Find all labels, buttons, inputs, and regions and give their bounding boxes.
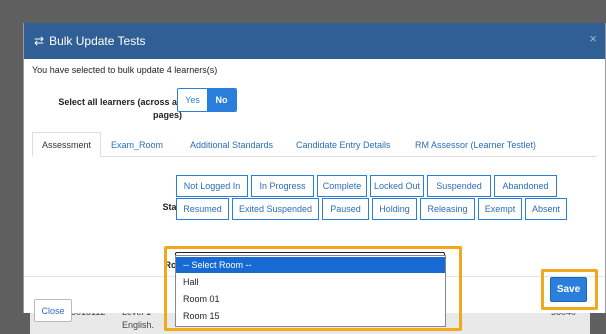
status-not-logged-in-button[interactable]: Not Logged In (176, 175, 248, 197)
room-option-room-01[interactable]: Room 01 (176, 291, 445, 307)
room-option-select-room[interactable]: -- Select Room -- (176, 257, 445, 273)
background-row-subject: English. (122, 320, 155, 330)
tab-assessment[interactable]: Assessment (32, 132, 102, 157)
room-option-room-15[interactable]: Room 15 (176, 308, 445, 324)
selection-notice: You have selected to bulk update 4 learn… (32, 65, 218, 75)
room-option-hall[interactable]: Hall (176, 274, 445, 290)
tab-rm-assessor[interactable]: RM Assessor (Learner Testlet) (415, 132, 536, 157)
status-releasing-button[interactable]: Releasing (420, 198, 475, 220)
select-all-label-line1: Select all learners (across all (58, 97, 182, 107)
status-paused-button[interactable]: Paused (322, 198, 369, 220)
select-all-yes-button[interactable]: Yes (178, 89, 207, 111)
modal-title: Bulk Update Tests (49, 34, 146, 48)
modal-header: ⇄ Bulk Update Tests × (24, 23, 605, 59)
close-icon[interactable]: × (589, 32, 597, 45)
status-holding-button[interactable]: Holding (372, 198, 417, 220)
status-in-progress-button[interactable]: In Progress (251, 175, 314, 197)
status-exempt-button[interactable]: Exempt (478, 198, 522, 220)
close-button[interactable]: Close (34, 299, 72, 322)
select-all-toggle: Yes No (177, 88, 237, 112)
status-suspended-button[interactable]: Suspended (427, 175, 491, 197)
select-all-no-button[interactable]: No (207, 89, 236, 111)
status-resumed-button[interactable]: Resumed (176, 198, 229, 220)
status-exited-suspended-button[interactable]: Exited Suspended (232, 198, 319, 220)
select-all-label: Select all learners (across all pages) (32, 96, 182, 122)
status-locked-out-button[interactable]: Locked Out (370, 175, 424, 197)
tab-bar: Assessment Exam_Room Additional Standard… (32, 132, 597, 157)
save-button[interactable]: Save (550, 277, 587, 302)
status-absent-button[interactable]: Absent (525, 198, 567, 220)
tab-additional-standards[interactable]: Additional Standards (190, 132, 273, 157)
swap-arrows-icon: ⇄ (34, 34, 45, 48)
tab-exam-room[interactable]: Exam_Room (111, 132, 163, 157)
status-abandoned-button[interactable]: Abandoned (494, 175, 557, 197)
status-complete-button[interactable]: Complete (317, 175, 367, 197)
tab-candidate-entry-details[interactable]: Candidate Entry Details (296, 132, 391, 157)
room-dropdown-list: -- Select Room -- Hall Room 01 Room 15 (175, 255, 446, 327)
select-all-label-line2: pages) (152, 110, 182, 120)
